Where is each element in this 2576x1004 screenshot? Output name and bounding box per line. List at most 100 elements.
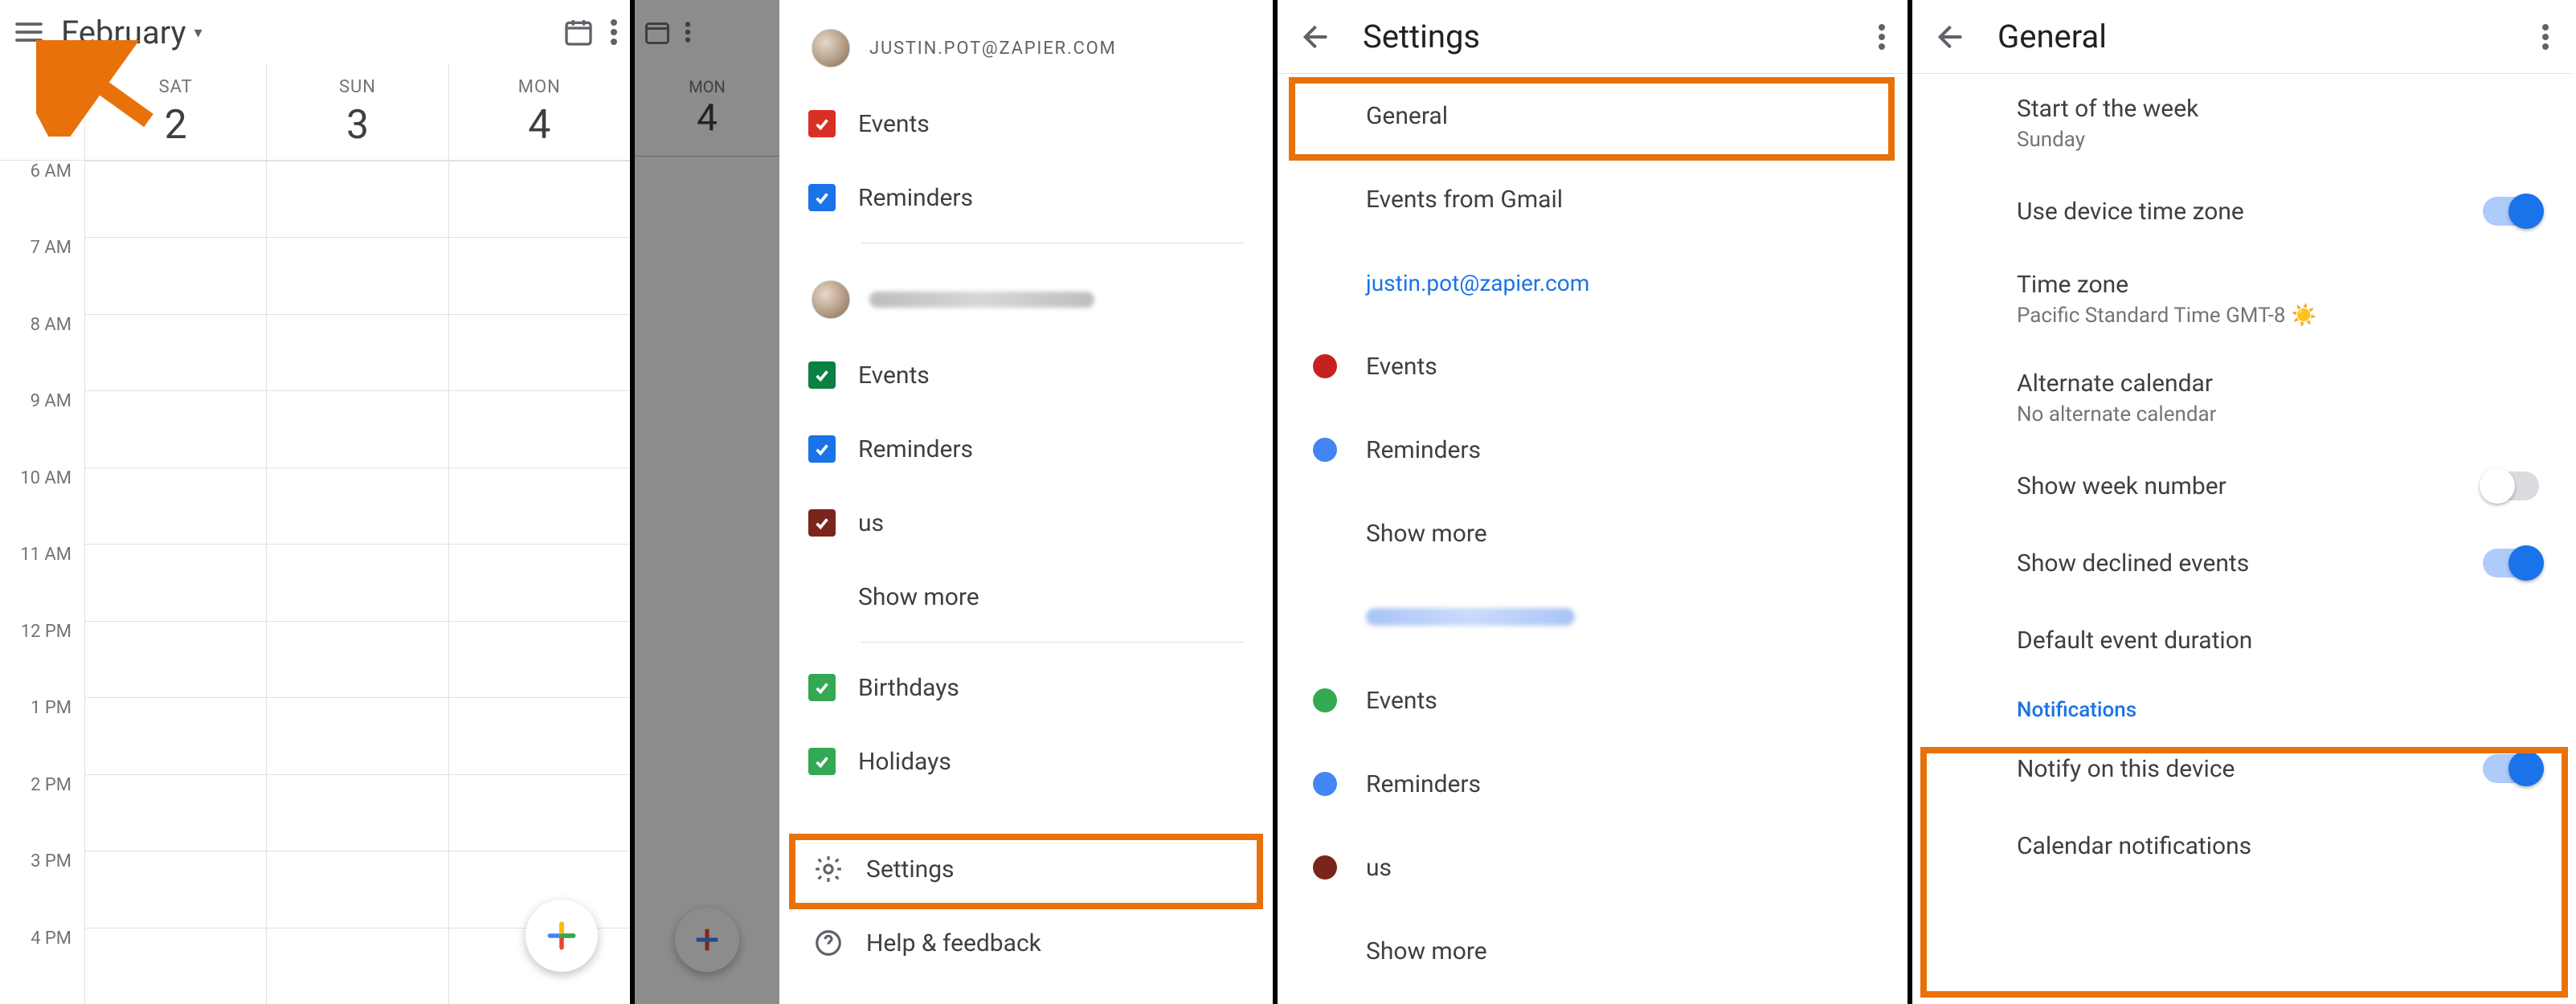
checkbox-icon[interactable] <box>808 110 836 137</box>
grid-col-mon[interactable] <box>448 161 630 1004</box>
grid-cell[interactable] <box>267 544 448 620</box>
back-arrow-icon[interactable] <box>1300 21 1332 53</box>
calendar-color-dot-icon <box>1313 438 1337 462</box>
toggle-switch[interactable] <box>2483 197 2539 226</box>
settings-row-general[interactable]: General <box>1278 74 1907 157</box>
more-vert-icon[interactable] <box>1879 24 1885 50</box>
account-email-blurred <box>869 292 1094 308</box>
day-column-sat[interactable]: SAT 2 <box>84 64 266 160</box>
grid-cell[interactable] <box>85 697 266 773</box>
toggle-switch[interactable] <box>2483 754 2539 783</box>
grid-cell[interactable] <box>267 621 448 697</box>
grid-cell[interactable] <box>267 467 448 544</box>
calendar-toggle-item[interactable]: Events <box>808 87 1244 161</box>
preference-row[interactable]: Show week number <box>1912 447 2571 524</box>
settings-calendar-row[interactable]: us <box>1278 826 1907 909</box>
checkbox-icon[interactable] <box>808 509 836 537</box>
hamburger-menu-icon[interactable] <box>13 16 45 48</box>
more-vert-icon <box>685 22 690 43</box>
time-label: 4 PM <box>0 928 84 1004</box>
grid-cell[interactable] <box>85 314 266 390</box>
calendar-toggle-item[interactable]: Events <box>808 338 1244 412</box>
help-label: Help & feedback <box>866 929 1041 957</box>
preference-row[interactable]: Default event duration <box>1912 602 2571 679</box>
calendar-toggle-item[interactable]: Holidays <box>808 724 1244 798</box>
grid-cell[interactable] <box>449 467 630 544</box>
calendar-toggle-item[interactable]: Reminders <box>808 161 1244 235</box>
month-selector[interactable]: February ▾ <box>61 14 202 51</box>
grid-cell[interactable] <box>267 774 448 851</box>
back-arrow-icon[interactable] <box>1935 21 1967 53</box>
more-vert-icon[interactable] <box>611 19 617 45</box>
grid-cell[interactable] <box>449 544 630 620</box>
grid-cell[interactable] <box>267 697 448 773</box>
checkbox-icon[interactable] <box>808 748 836 775</box>
grid-cell[interactable] <box>449 774 630 851</box>
toggle-switch[interactable] <box>2483 549 2539 578</box>
grid-cell[interactable] <box>85 621 266 697</box>
grid-col-sun[interactable] <box>266 161 448 1004</box>
preference-row[interactable]: Alternate calendarNo alternate calendar <box>1912 349 2571 447</box>
grid-cell[interactable] <box>449 621 630 697</box>
settings-row-events-from-gmail[interactable]: Events from Gmail <box>1278 157 1907 241</box>
time-label: 8 AM <box>0 314 84 390</box>
grid-cell[interactable] <box>85 851 266 927</box>
settings-calendar-row[interactable]: Events <box>1278 659 1907 742</box>
day-column-sun[interactable]: SUN 3 <box>266 64 448 160</box>
checkbox-icon[interactable] <box>808 435 836 463</box>
settings-calendar-row[interactable]: Reminders <box>1278 742 1907 826</box>
grid-cell[interactable] <box>267 314 448 390</box>
grid-cell[interactable] <box>85 237 266 313</box>
show-more-button[interactable]: Show more <box>808 560 1244 634</box>
grid-cell[interactable] <box>267 851 448 927</box>
preference-row[interactable]: Show declined events <box>1912 524 2571 602</box>
preference-row[interactable]: Time zonePacific Standard Time GMT-8 ☀️ <box>1912 250 2571 349</box>
checkbox-icon[interactable] <box>808 361 836 389</box>
preference-row[interactable]: Notify on this device <box>1912 730 2571 807</box>
grid-cell[interactable] <box>449 314 630 390</box>
grid-cell[interactable] <box>267 161 448 237</box>
grid-col-sat[interactable] <box>84 161 266 1004</box>
grid-cell[interactable] <box>449 697 630 773</box>
day-column-mon[interactable]: MON 4 <box>448 64 630 160</box>
grid-cell[interactable] <box>85 390 266 467</box>
show-more-button[interactable]: Show more <box>1278 909 1907 993</box>
settings-calendar-row[interactable]: Events <box>1278 324 1907 408</box>
calendar-toggle-item[interactable]: us <box>808 486 1244 560</box>
account-header[interactable]: JUSTIN.POT@ZAPIER.COM <box>779 0 1273 87</box>
grid-cell[interactable] <box>85 928 266 1004</box>
pane-nav-drawer: MON 4 JUSTIN.POT@ZAPIER.COM EventsRemind… <box>635 0 1278 1004</box>
preference-row[interactable]: Calendar notifications <box>1912 807 2571 884</box>
grid-cell[interactable] <box>449 237 630 313</box>
preference-title: Default event duration <box>2017 626 2539 655</box>
grid-cell[interactable] <box>449 390 630 467</box>
checkbox-icon[interactable] <box>808 184 836 211</box>
help-feedback-menu-item[interactable]: Help & feedback <box>813 906 1244 980</box>
grid-cell[interactable] <box>267 237 448 313</box>
grid-cell[interactable] <box>267 390 448 467</box>
create-event-fab[interactable] <box>525 900 598 972</box>
grid-cell[interactable] <box>267 928 448 1004</box>
preference-row[interactable]: Start of the weekSunday <box>1912 74 2571 173</box>
toggle-switch[interactable] <box>2483 471 2539 500</box>
today-icon[interactable] <box>562 16 595 48</box>
calendar-toggle-item[interactable]: Birthdays <box>808 651 1244 724</box>
calendar-name-label: us <box>858 509 884 537</box>
drawer-scrim[interactable]: MON 4 <box>635 0 779 1004</box>
grid-cell[interactable] <box>85 161 266 237</box>
grid-cell[interactable] <box>85 774 266 851</box>
show-more-button[interactable]: Show more <box>1278 492 1907 575</box>
settings-calendar-row[interactable]: Reminders <box>1278 408 1907 492</box>
grid-cell[interactable] <box>85 467 266 544</box>
account-header-2[interactable] <box>779 251 1273 338</box>
grid-cell[interactable] <box>85 544 266 620</box>
checkbox-icon[interactable] <box>808 674 836 701</box>
grid-cell[interactable] <box>449 161 630 237</box>
settings-menu-item[interactable]: Settings <box>813 832 1244 906</box>
calendar-toggle-item[interactable]: Reminders <box>808 412 1244 486</box>
more-vert-icon[interactable] <box>2542 24 2549 50</box>
settings-account-link[interactable]: justin.pot@zapier.com <box>1278 241 1907 324</box>
preference-row[interactable]: Use device time zone <box>1912 173 2571 250</box>
pane-calendar-week: February ▾ SAT 2 SUN 3 MON <box>0 0 635 1004</box>
settings-account-link-2[interactable] <box>1278 575 1907 659</box>
